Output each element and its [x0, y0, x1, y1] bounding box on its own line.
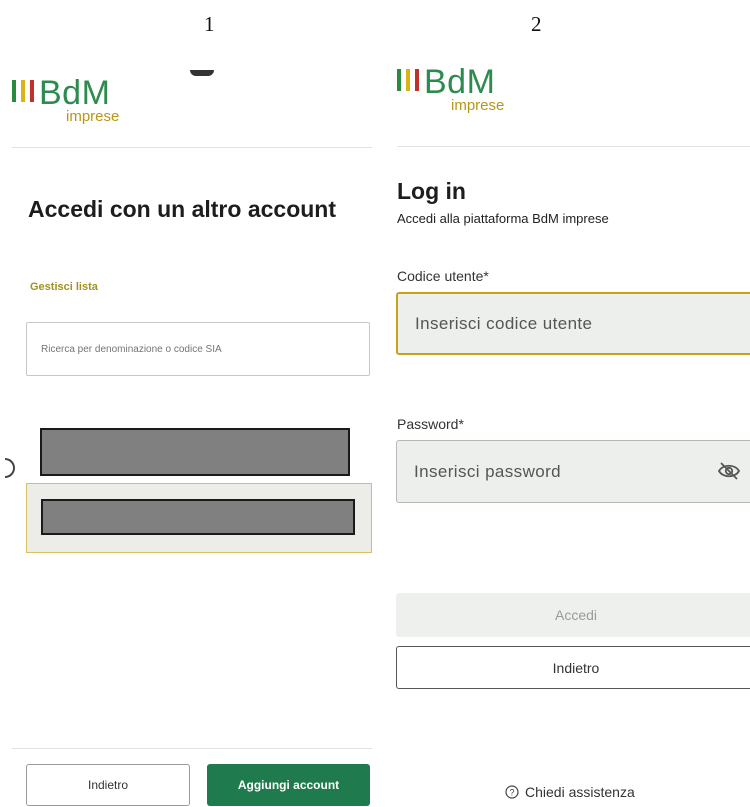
account-item-redacted[interactable]	[40, 428, 350, 476]
account-item-selected[interactable]	[26, 483, 372, 553]
password-input[interactable]: Inserisci password	[396, 440, 750, 503]
logo-tagline: imprese	[66, 108, 120, 125]
panel-label-left: 1	[204, 12, 215, 36]
question-circle-icon: ?	[505, 785, 519, 799]
eye-off-icon[interactable]	[717, 461, 741, 481]
page-subtitle: Accedi alla piattaforma BdM imprese	[397, 211, 609, 226]
logo-bars	[397, 69, 419, 91]
user-code-placeholder: Inserisci codice utente	[415, 313, 593, 333]
panel-label-right: 2	[531, 12, 542, 36]
status-mark	[190, 70, 214, 76]
page-title: Accedi con un altro account	[28, 196, 336, 222]
page-title: Log in	[397, 178, 466, 204]
logo-bar-green	[12, 80, 16, 102]
footer-divider	[12, 748, 372, 749]
search-input[interactable]	[26, 322, 370, 376]
logo-bar-gold	[406, 69, 410, 91]
manage-list-link[interactable]: Gestisci lista	[30, 281, 98, 293]
logo-bar-green	[397, 69, 401, 91]
add-account-button[interactable]: Aggiungi account	[207, 764, 370, 806]
back-button[interactable]: Indietro	[26, 764, 190, 806]
account-name-redacted	[41, 499, 355, 535]
login-button[interactable]: Accedi	[396, 593, 750, 637]
back-button[interactable]: Indietro	[396, 646, 750, 689]
help-link[interactable]: ? Chiedi assistenza	[505, 784, 635, 800]
logo-bar-red	[415, 69, 419, 91]
password-placeholder: Inserisci password	[414, 461, 562, 481]
header-divider	[397, 146, 750, 147]
logo-bars	[12, 80, 34, 102]
logo-bar-red	[30, 80, 34, 102]
user-code-label: Codice utente*	[397, 268, 489, 284]
password-label: Password*	[397, 416, 464, 432]
user-code-input[interactable]: Inserisci codice utente	[396, 292, 750, 355]
header-divider	[12, 147, 372, 148]
svg-text:?: ?	[509, 788, 514, 798]
help-label: Chiedi assistenza	[525, 784, 635, 800]
radio-partial-icon[interactable]	[5, 458, 15, 478]
logo-tagline: imprese	[451, 97, 505, 114]
logo-bar-gold	[21, 80, 25, 102]
